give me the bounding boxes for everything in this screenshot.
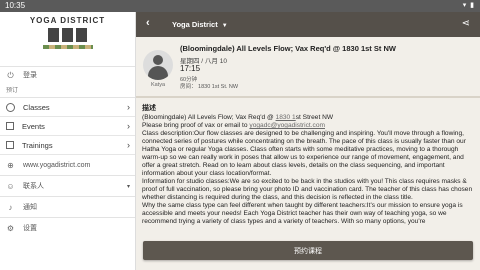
settings-row[interactable]: ⚙ 设置: [0, 218, 135, 238]
chevron-right-icon: ›: [127, 102, 130, 112]
classes-icon: [6, 102, 15, 112]
caret-down-icon: ▼: [221, 23, 228, 29]
status-bar: 10:35 ▾ ▮: [0, 0, 480, 12]
menu-events-label: Events: [22, 121, 45, 131]
login-row[interactable]: ⏻ 登录: [0, 67, 135, 83]
settings-label: 设置: [23, 225, 37, 232]
description-line-2: Please bring proof of vax or email to yo…: [142, 122, 474, 130]
teacher-avatar[interactable]: [143, 50, 173, 80]
teacher-name: Katya: [150, 82, 166, 88]
class-title: (Bloomingdale) All Levels Flow; Vax Req'…: [180, 44, 396, 53]
website-label: www.yogadistrict.com: [23, 161, 91, 169]
app-title: Yoga District: [172, 20, 218, 29]
line2-text-a: Please bring proof of vax or email to: [142, 122, 250, 129]
class-address: 房间： 1830 1st St. NW: [180, 84, 239, 90]
events-icon: [6, 122, 14, 130]
chevron-right-icon: ›: [127, 121, 130, 131]
gear-icon: ⚙: [6, 223, 15, 233]
logo-figure-1: [48, 28, 59, 42]
contact-label: 联系人: [23, 183, 44, 190]
description-body: Class description:Our flow classes are d…: [142, 130, 466, 177]
chevron-right-icon: ›: [127, 140, 130, 150]
login-label: 登录: [23, 72, 37, 79]
system-icons: ▾ ▮: [462, 2, 475, 9]
contact-row[interactable]: ☺ 联系人 ▾: [0, 176, 135, 196]
book-class-button[interactable]: 预约课程: [143, 241, 473, 260]
menu-trainings[interactable]: Trainings ›: [0, 136, 135, 155]
trainings-icon: [6, 141, 14, 149]
notify-row[interactable]: ♪ 通知: [0, 197, 135, 217]
booking-section-label: 预订: [6, 88, 19, 94]
yoga-district-logo: YOGA DISTRICT: [0, 12, 135, 66]
line1-text-a: (Bloomingdale) All Levels Flow; Vax Req'…: [142, 114, 276, 121]
navigation-drawer: YOGA DISTRICT ⏻ 登录 预订 Classes › Events ›…: [0, 12, 136, 270]
avatar-body: [148, 66, 168, 80]
description: 描述 (Bloomingdale) All Levels Flow; Vax R…: [136, 98, 480, 226]
share-icon[interactable]: ⋖: [462, 18, 470, 29]
description-why: Why the same class type can feel differe…: [142, 202, 463, 225]
bell-icon: ♪: [8, 202, 13, 212]
location-selector[interactable]: Yoga District ▼: [172, 20, 228, 29]
address-link[interactable]: 1830 1: [276, 114, 296, 121]
menu-events[interactable]: Events ›: [0, 117, 135, 136]
back-icon[interactable]: ‹: [146, 17, 150, 29]
globe-icon: ⊕: [7, 160, 14, 170]
logo-figure-2: [62, 28, 73, 42]
description-studio: Information for studio classes:We are so…: [142, 178, 473, 201]
description-heading: 描述: [142, 105, 156, 112]
menu-classes[interactable]: Classes ›: [0, 98, 135, 117]
line1-text-b: st Street NW: [295, 114, 334, 121]
chevron-down-icon: ▾: [126, 183, 130, 190]
website-row[interactable]: ⊕ www.yogadistrict.com: [0, 155, 135, 175]
menu-trainings-label: Trainings: [22, 140, 53, 150]
logo-figure-3: [76, 28, 87, 42]
logo-stripe: [42, 45, 93, 49]
menu-classes-label: Classes: [23, 102, 50, 112]
login-icon: ⏻: [7, 70, 14, 80]
email-link[interactable]: yogadc@yogadistrict.com: [249, 122, 325, 129]
status-time: 10:35: [5, 1, 26, 10]
logo-figures: [48, 28, 87, 42]
class-detail: Katya (Bloomingdale) All Levels Flow; Va…: [136, 37, 480, 270]
description-line-1: (Bloomingdale) All Levels Flow; Vax Req'…: [142, 114, 474, 122]
app-bar: ‹ Yoga District ▼ ⋖: [136, 12, 480, 37]
avatar-head: [153, 55, 163, 65]
logo-text: YOGA DISTRICT: [29, 16, 106, 25]
class-header: Katya (Bloomingdale) All Levels Flow; Va…: [136, 37, 480, 96]
class-time: 17:15: [180, 64, 201, 73]
contact-icon: ☺: [6, 181, 15, 191]
notify-label: 通知: [23, 204, 37, 211]
